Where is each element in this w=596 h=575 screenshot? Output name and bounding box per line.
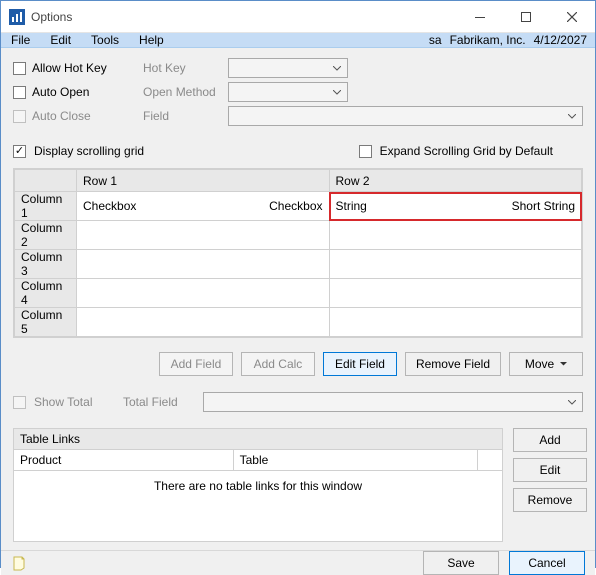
table-links-col-table[interactable]: Table [234,450,478,470]
allow-hot-key-label: Allow Hot Key [32,61,107,75]
menu-bar: File Edit Tools Help sa Fabrikam, Inc. 4… [1,33,595,48]
grid-cell-r1c1[interactable]: Checkbox Checkbox [77,192,330,221]
minimize-button[interactable] [457,1,503,33]
window-title: Options [31,10,72,24]
display-scrolling-grid-label: Display scrolling grid [34,144,144,158]
grid-cell-r3c1[interactable] [77,250,330,279]
hot-key-dropdown[interactable] [228,58,348,78]
grid-cell-r1c1-left: Checkbox [83,199,136,213]
title-bar: Options [1,1,595,33]
menu-date: 4/12/2027 [534,33,587,47]
open-method-dropdown[interactable] [228,82,348,102]
expand-default-label: Expand Scrolling Grid by Default [380,144,553,158]
menu-help[interactable]: Help [129,33,174,47]
grid-cell-r1c2[interactable]: String Short String [329,192,582,221]
display-scrolling-grid-checkbox[interactable] [13,145,26,158]
move-button[interactable]: Move [509,352,583,376]
dialog-footer: Save Cancel [1,550,595,575]
grid-cell-r4c2[interactable] [329,279,582,308]
chevron-down-icon [564,108,580,124]
cancel-button[interactable]: Cancel [509,551,585,575]
table-links-side-buttons: Add Edit Remove [513,428,583,542]
auto-close-checkbox [13,110,26,123]
table-links-edit-button[interactable]: Edit [513,458,587,482]
table-links-empty: There are no table links for this window [154,479,362,493]
show-total-row: Show Total Total Field [13,392,583,412]
grid-cell-r3c2[interactable] [329,250,582,279]
menu-company: Fabrikam, Inc. [450,33,526,47]
auto-open-label: Auto Open [32,85,89,99]
table-links-col-product[interactable]: Product [14,450,234,470]
scrolling-grid-options: Display scrolling grid Expand Scrolling … [13,144,583,158]
menu-tools[interactable]: Tools [81,33,129,47]
table-links-body: There are no table links for this window [14,471,502,541]
grid-row-header-4[interactable]: Column 4 [15,279,77,308]
grid-row-header-2[interactable]: Column 2 [15,221,77,250]
remove-field-button[interactable]: Remove Field [405,352,501,376]
expand-default-checkbox[interactable] [359,145,372,158]
add-field-button: Add Field [159,352,233,376]
grid-cell-r2c1[interactable] [77,221,330,250]
show-total-label: Show Total [34,395,92,409]
grid-cell-r2c2[interactable] [329,221,582,250]
grid-row-header-1[interactable]: Column 1 [15,192,77,221]
field-label: Field [143,109,228,123]
grid-button-row: Add Field Add Calc Edit Field Remove Fie… [13,352,583,376]
auto-close-field-dropdown[interactable] [228,106,583,126]
hot-key-label: Hot Key [143,61,228,75]
grid-header-row1[interactable]: Row 1 [77,170,330,192]
menu-context: sa Fabrikam, Inc. 4/12/2027 [421,33,595,47]
table-links-box: Table Links Product Table There are no t… [13,428,503,542]
grid-cell-r5c1[interactable] [77,308,330,337]
dialog-content: Allow Hot Key Hot Key Auto Open Open Met… [1,48,595,550]
edit-field-button[interactable]: Edit Field [323,352,397,376]
note-icon[interactable] [11,555,27,571]
menu-edit[interactable]: Edit [40,33,81,47]
maximize-button[interactable] [503,1,549,33]
grid-cell-r5c2[interactable] [329,308,582,337]
grid-cell-r1c2-right: Short String [512,199,575,213]
grid-cell-r4c1[interactable] [77,279,330,308]
auto-open-checkbox[interactable] [13,86,26,99]
grid-cell-r1c1-right: Checkbox [269,199,322,213]
table-links-title: Table Links [14,429,502,450]
add-calc-button: Add Calc [241,352,315,376]
table-links-col-spacer [478,450,502,470]
allow-hot-key-checkbox[interactable] [13,62,26,75]
menu-user: sa [429,33,442,47]
grid-cell-r1c2-left: String [336,199,367,213]
move-button-label: Move [525,357,554,371]
options-window: Options File Edit Tools Help sa Fabrikam… [0,0,596,568]
chevron-down-icon [560,362,567,366]
open-options-grid: Allow Hot Key Hot Key Auto Open Open Met… [13,58,583,126]
table-links-remove-button[interactable]: Remove [513,488,587,512]
chevron-down-icon [329,84,345,100]
show-total-checkbox [13,396,26,409]
close-button[interactable] [549,1,595,33]
auto-close-label: Auto Close [32,109,91,123]
menu-file[interactable]: File [1,33,40,47]
chevron-down-icon [564,394,580,410]
grid-header-row2[interactable]: Row 2 [329,170,582,192]
save-button[interactable]: Save [423,551,499,575]
grid-corner [15,170,77,192]
total-field-label: Total Field [123,395,203,409]
scrolling-grid: Row 1 Row 2 Column 1 Checkbox Checkbox [13,168,583,338]
table-links-add-button[interactable]: Add [513,428,587,452]
open-method-label: Open Method [143,85,228,99]
total-field-dropdown[interactable] [203,392,583,412]
app-icon [9,9,25,25]
chevron-down-icon [329,60,345,76]
table-links-header: Product Table [14,450,502,471]
grid-row-header-3[interactable]: Column 3 [15,250,77,279]
grid-row-header-5[interactable]: Column 5 [15,308,77,337]
table-links-panel: Table Links Product Table There are no t… [13,428,583,542]
